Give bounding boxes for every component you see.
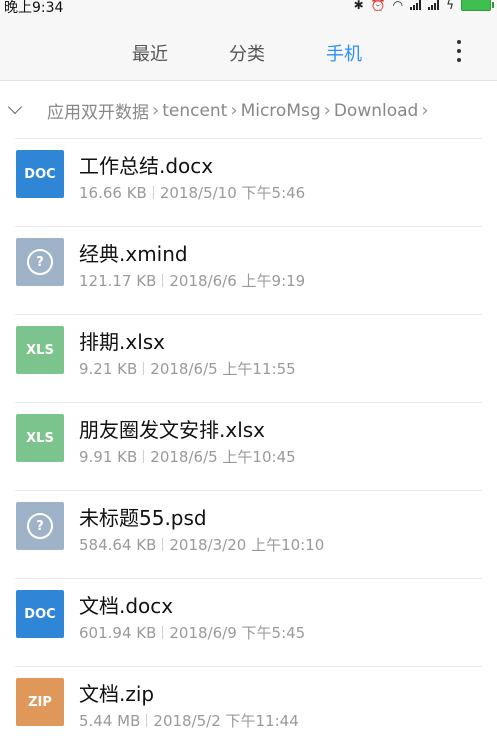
divider bbox=[15, 490, 482, 491]
file-date: 2018/3/20 上午10:10 bbox=[169, 536, 325, 554]
signal-icon bbox=[428, 0, 440, 10]
file-name: 经典.xmind bbox=[79, 242, 188, 266]
signal-icon bbox=[410, 0, 422, 10]
breadcrumb-path: 应用双开数据 › tencent › MicroMsg › Download › bbox=[47, 98, 432, 123]
file-date: 2018/5/10 下午5:46 bbox=[159, 184, 306, 202]
unknown-file-icon: ? bbox=[16, 502, 64, 550]
bluetooth-icon: ✱ bbox=[353, 0, 364, 12]
file-name: 文档.zip bbox=[79, 682, 155, 706]
chevron-right-icon: › bbox=[421, 100, 429, 121]
file-date: 2018/6/5 上午11:55 bbox=[150, 360, 296, 378]
file-list: DOC 工作总结.docx 16.66 KB 2018/5/10 下午5:46 ?… bbox=[0, 138, 497, 754]
file-size: 121.17 KB bbox=[79, 271, 157, 290]
file-size: 584.64 KB bbox=[79, 535, 157, 554]
file-list-item[interactable]: XLS 排期.xlsx 9.21 KB 2018/6/5 上午11:55 bbox=[0, 314, 497, 402]
zip-file-icon: ZIP bbox=[16, 678, 64, 726]
file-list-item[interactable]: ? 经典.xmind 121.17 KB 2018/6/6 上午9:19 bbox=[0, 226, 497, 314]
file-size: 9.21 KB bbox=[79, 359, 138, 378]
file-meta: 584.64 KB 2018/3/20 上午10:10 bbox=[79, 534, 324, 555]
file-meta: 5.44 MB 2018/5/2 下午11:44 bbox=[79, 710, 299, 731]
file-list-item[interactable]: ? 未标题55.psd 584.64 KB 2018/3/20 上午10:10 bbox=[0, 490, 497, 578]
wifi-icon: ◠ bbox=[392, 0, 404, 12]
chevron-right-icon: › bbox=[323, 100, 331, 121]
file-name: 朋友圈发文安排.xlsx bbox=[79, 418, 266, 442]
xls-file-icon: XLS bbox=[16, 326, 64, 374]
breadcrumb-item[interactable]: tencent bbox=[162, 101, 227, 121]
tab-recent[interactable]: 最近 bbox=[132, 40, 168, 66]
file-size: 16.66 KB bbox=[79, 183, 147, 202]
chevron-right-icon: › bbox=[152, 100, 160, 121]
xls-file-icon: XLS bbox=[16, 414, 64, 462]
status-bar: 晚上9:34 ✱ ⏰ ◠ ϟ bbox=[0, 0, 497, 16]
file-name: 排期.xlsx bbox=[79, 330, 166, 354]
battery-icon bbox=[461, 0, 494, 11]
tab-category[interactable]: 分类 bbox=[229, 40, 265, 66]
doc-file-icon: DOC bbox=[16, 150, 64, 198]
breadcrumb-item[interactable]: Download bbox=[334, 101, 419, 121]
tab-phone[interactable]: 手机 bbox=[326, 40, 362, 66]
file-name: 文档.docx bbox=[79, 594, 174, 618]
file-size: 5.44 MB bbox=[79, 711, 141, 730]
file-meta: 601.94 KB 2018/6/9 下午5:45 bbox=[79, 622, 305, 643]
file-date: 2018/6/6 上午9:19 bbox=[169, 272, 306, 290]
unknown-file-icon: ? bbox=[16, 238, 64, 286]
chevron-right-icon: › bbox=[230, 100, 238, 121]
more-options-icon[interactable] bbox=[455, 40, 463, 62]
breadcrumb: 应用双开数据 › tencent › MicroMsg › Download › bbox=[0, 94, 497, 128]
file-list-item[interactable]: ZIP 文档.zip 5.44 MB 2018/5/2 下午11:44 bbox=[0, 666, 497, 754]
file-list-item[interactable]: DOC 工作总结.docx 16.66 KB 2018/5/10 下午5:46 bbox=[0, 138, 497, 226]
divider bbox=[15, 138, 482, 139]
file-date: 2018/6/5 上午10:45 bbox=[150, 448, 296, 466]
file-name: 工作总结.docx bbox=[79, 154, 214, 178]
divider bbox=[15, 226, 482, 227]
status-icons: ✱ ⏰ ◠ ϟ bbox=[353, 0, 494, 12]
file-size: 601.94 KB bbox=[79, 623, 157, 642]
file-meta: 9.21 KB 2018/6/5 上午11:55 bbox=[79, 358, 296, 379]
alarm-icon: ⏰ bbox=[370, 0, 386, 12]
breadcrumb-item[interactable]: MicroMsg bbox=[241, 101, 321, 121]
divider bbox=[15, 666, 482, 667]
file-meta: 9.91 KB 2018/6/5 上午10:45 bbox=[79, 446, 296, 467]
file-list-item[interactable]: XLS 朋友圈发文安排.xlsx 9.91 KB 2018/6/5 上午10:45 bbox=[0, 402, 497, 490]
file-size: 9.91 KB bbox=[79, 447, 138, 466]
file-date: 2018/5/2 下午11:44 bbox=[153, 712, 299, 730]
file-meta: 16.66 KB 2018/5/10 下午5:46 bbox=[79, 182, 305, 203]
divider bbox=[15, 314, 482, 315]
chevron-down-icon[interactable] bbox=[7, 99, 23, 115]
divider bbox=[15, 402, 482, 403]
file-date: 2018/6/9 下午5:45 bbox=[169, 624, 306, 642]
doc-file-icon: DOC bbox=[16, 590, 64, 638]
divider bbox=[15, 578, 482, 579]
file-meta: 121.17 KB 2018/6/6 上午9:19 bbox=[79, 270, 305, 291]
breadcrumb-item[interactable]: 应用双开数据 bbox=[47, 98, 149, 123]
file-list-item[interactable]: DOC 文档.docx 601.94 KB 2018/6/9 下午5:45 bbox=[0, 578, 497, 666]
top-tab-bar: 最近 分类 手机 bbox=[0, 14, 497, 81]
file-name: 未标题55.psd bbox=[79, 506, 207, 530]
charging-icon: ϟ bbox=[446, 0, 454, 12]
